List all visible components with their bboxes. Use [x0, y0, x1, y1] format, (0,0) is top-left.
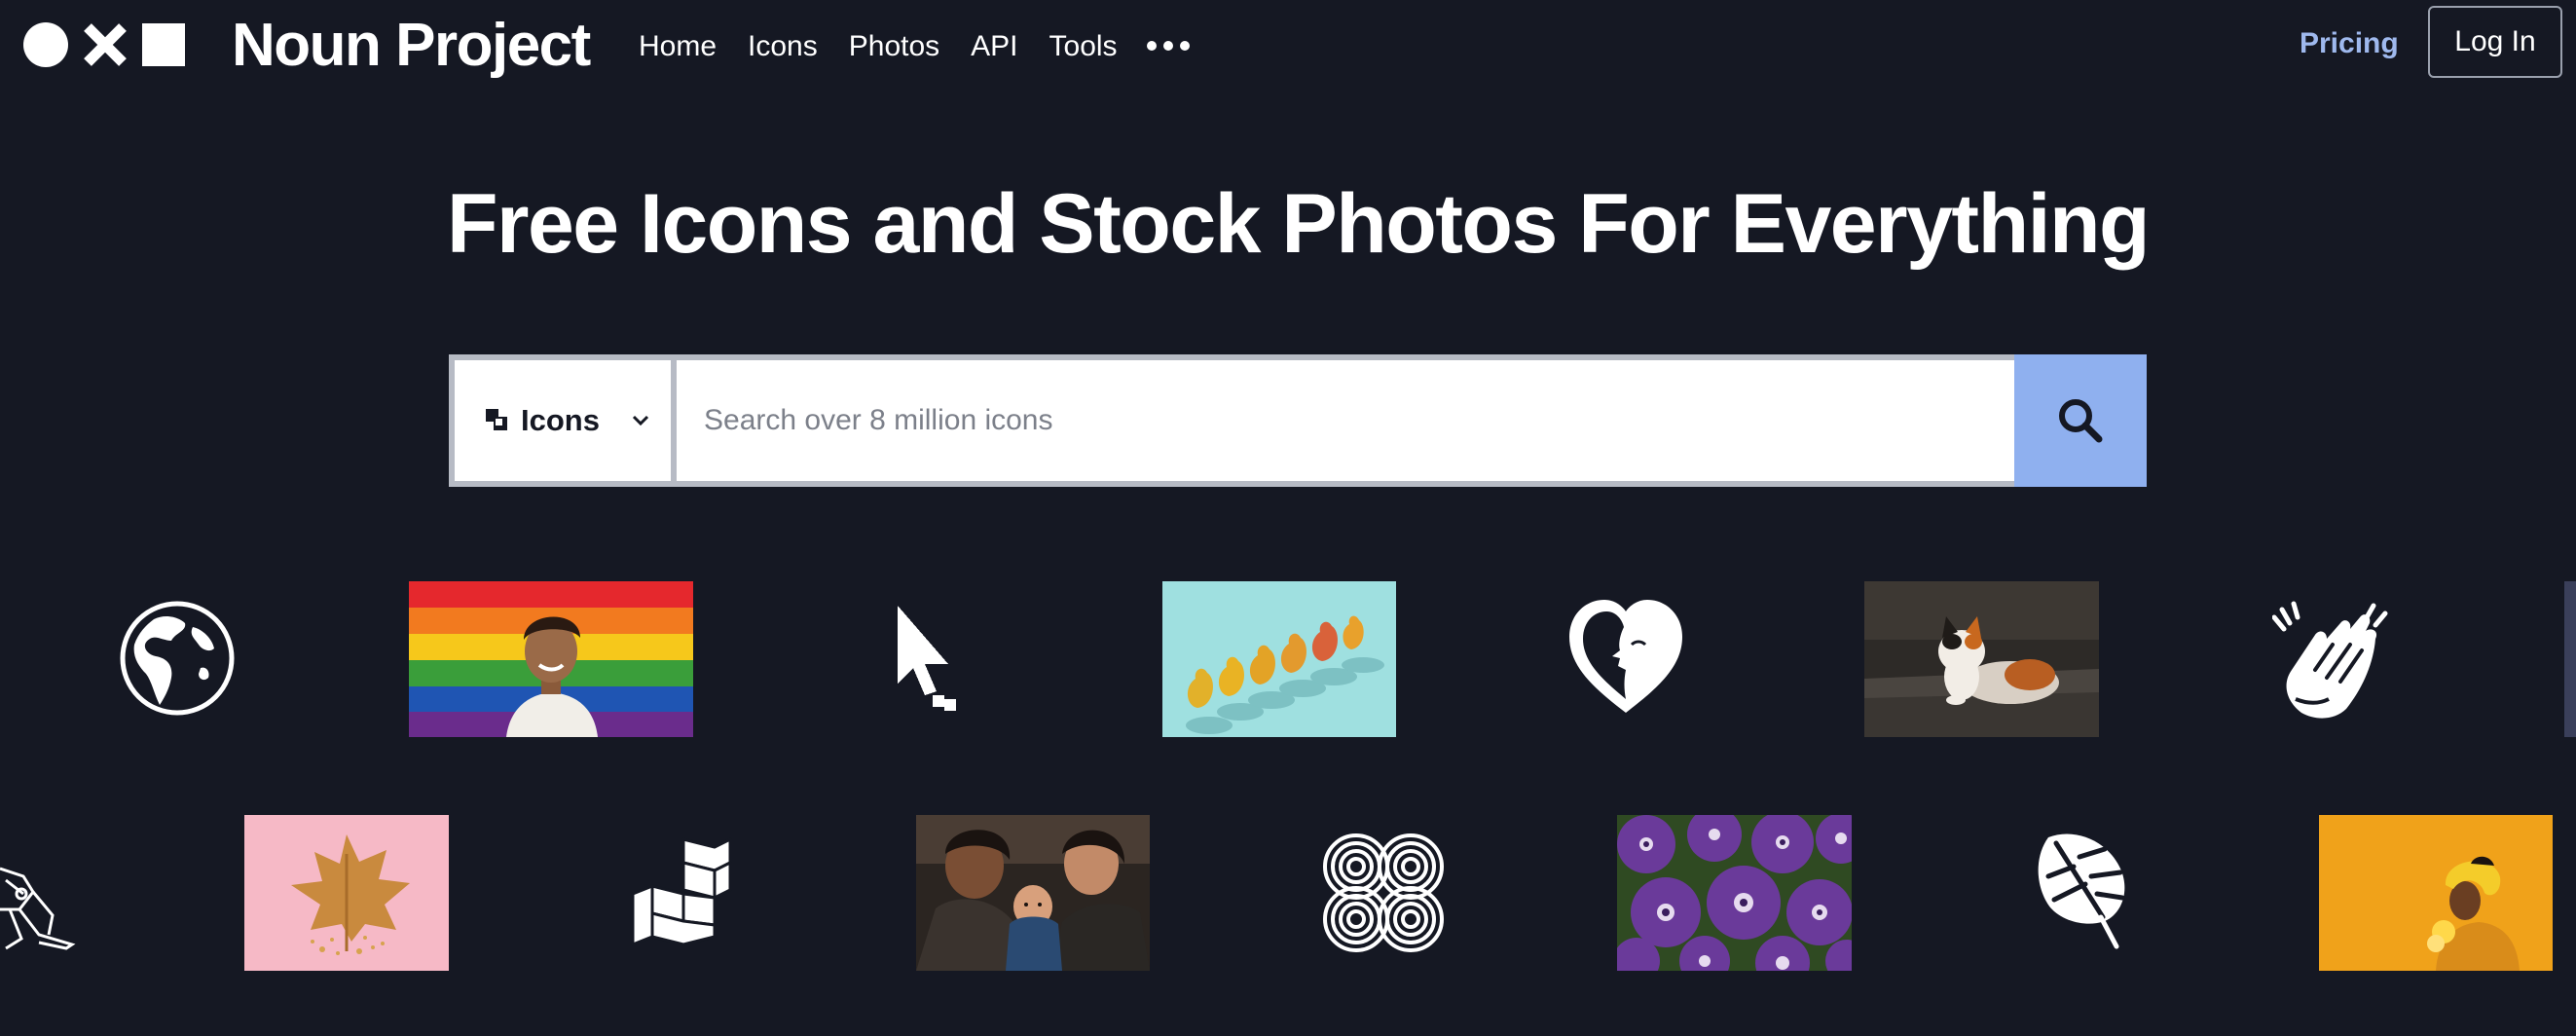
- calico-cat-photo[interactable]: [1864, 581, 2099, 737]
- purple-petunias-photo[interactable]: [1617, 815, 1852, 971]
- nav-photos[interactable]: Photos: [849, 25, 939, 68]
- nav-home[interactable]: Home: [639, 25, 717, 68]
- logo-x-mark: [84, 23, 127, 66]
- partial-edge-photo[interactable]: [2564, 581, 2576, 737]
- globe-icon[interactable]: [117, 598, 238, 719]
- concentric-loops-icon[interactable]: [1319, 832, 1448, 954]
- search-button[interactable]: [2014, 354, 2147, 487]
- search-type-label: Icons: [521, 403, 600, 437]
- robot-dog-icon[interactable]: [0, 841, 76, 952]
- pride-flag-portrait-photo[interactable]: [409, 581, 693, 737]
- nav-tools[interactable]: Tools: [1049, 25, 1118, 68]
- login-button[interactable]: Log In: [2428, 6, 2562, 78]
- nav-icons[interactable]: Icons: [748, 25, 818, 68]
- chevron-down-icon: [632, 415, 649, 426]
- hero-headline: Free Icons and Stock Photos For Everythi…: [446, 177, 2151, 271]
- golden-leaf-photo[interactable]: [244, 815, 449, 971]
- yellow-portrait-photo[interactable]: [2319, 815, 2553, 971]
- pointer-cursor-icon[interactable]: [898, 606, 960, 711]
- pears-photo[interactable]: [1162, 581, 1396, 737]
- main-nav: Home Icons Photos API Tools: [639, 25, 1118, 68]
- logo-circle-mark: [23, 22, 68, 67]
- monstera-leaf-icon[interactable]: [2035, 830, 2128, 950]
- logo-square-mark: [142, 23, 185, 66]
- icons-type-icon: [486, 409, 507, 430]
- brand-name[interactable]: Noun Project: [232, 12, 591, 80]
- family-baby-photo[interactable]: [916, 815, 1150, 971]
- blocks-icon[interactable]: [629, 835, 734, 948]
- clapping-hands-icon[interactable]: [2272, 596, 2393, 721]
- pricing-link[interactable]: Pricing: [2300, 21, 2399, 66]
- search-bar: Icons: [449, 354, 2147, 487]
- nav-api[interactable]: API: [971, 25, 1017, 68]
- top-navbar: Noun Project Home Icons Photos API Tools…: [0, 0, 2576, 93]
- search-type-dropdown[interactable]: Icons: [455, 360, 671, 481]
- magnifier-icon: [2059, 399, 2103, 443]
- noun-project-logo[interactable]: [23, 21, 185, 68]
- heart-face-icon[interactable]: [1564, 594, 1688, 721]
- ellipsis-icon[interactable]: [1147, 41, 1190, 51]
- search-input[interactable]: [677, 360, 2014, 481]
